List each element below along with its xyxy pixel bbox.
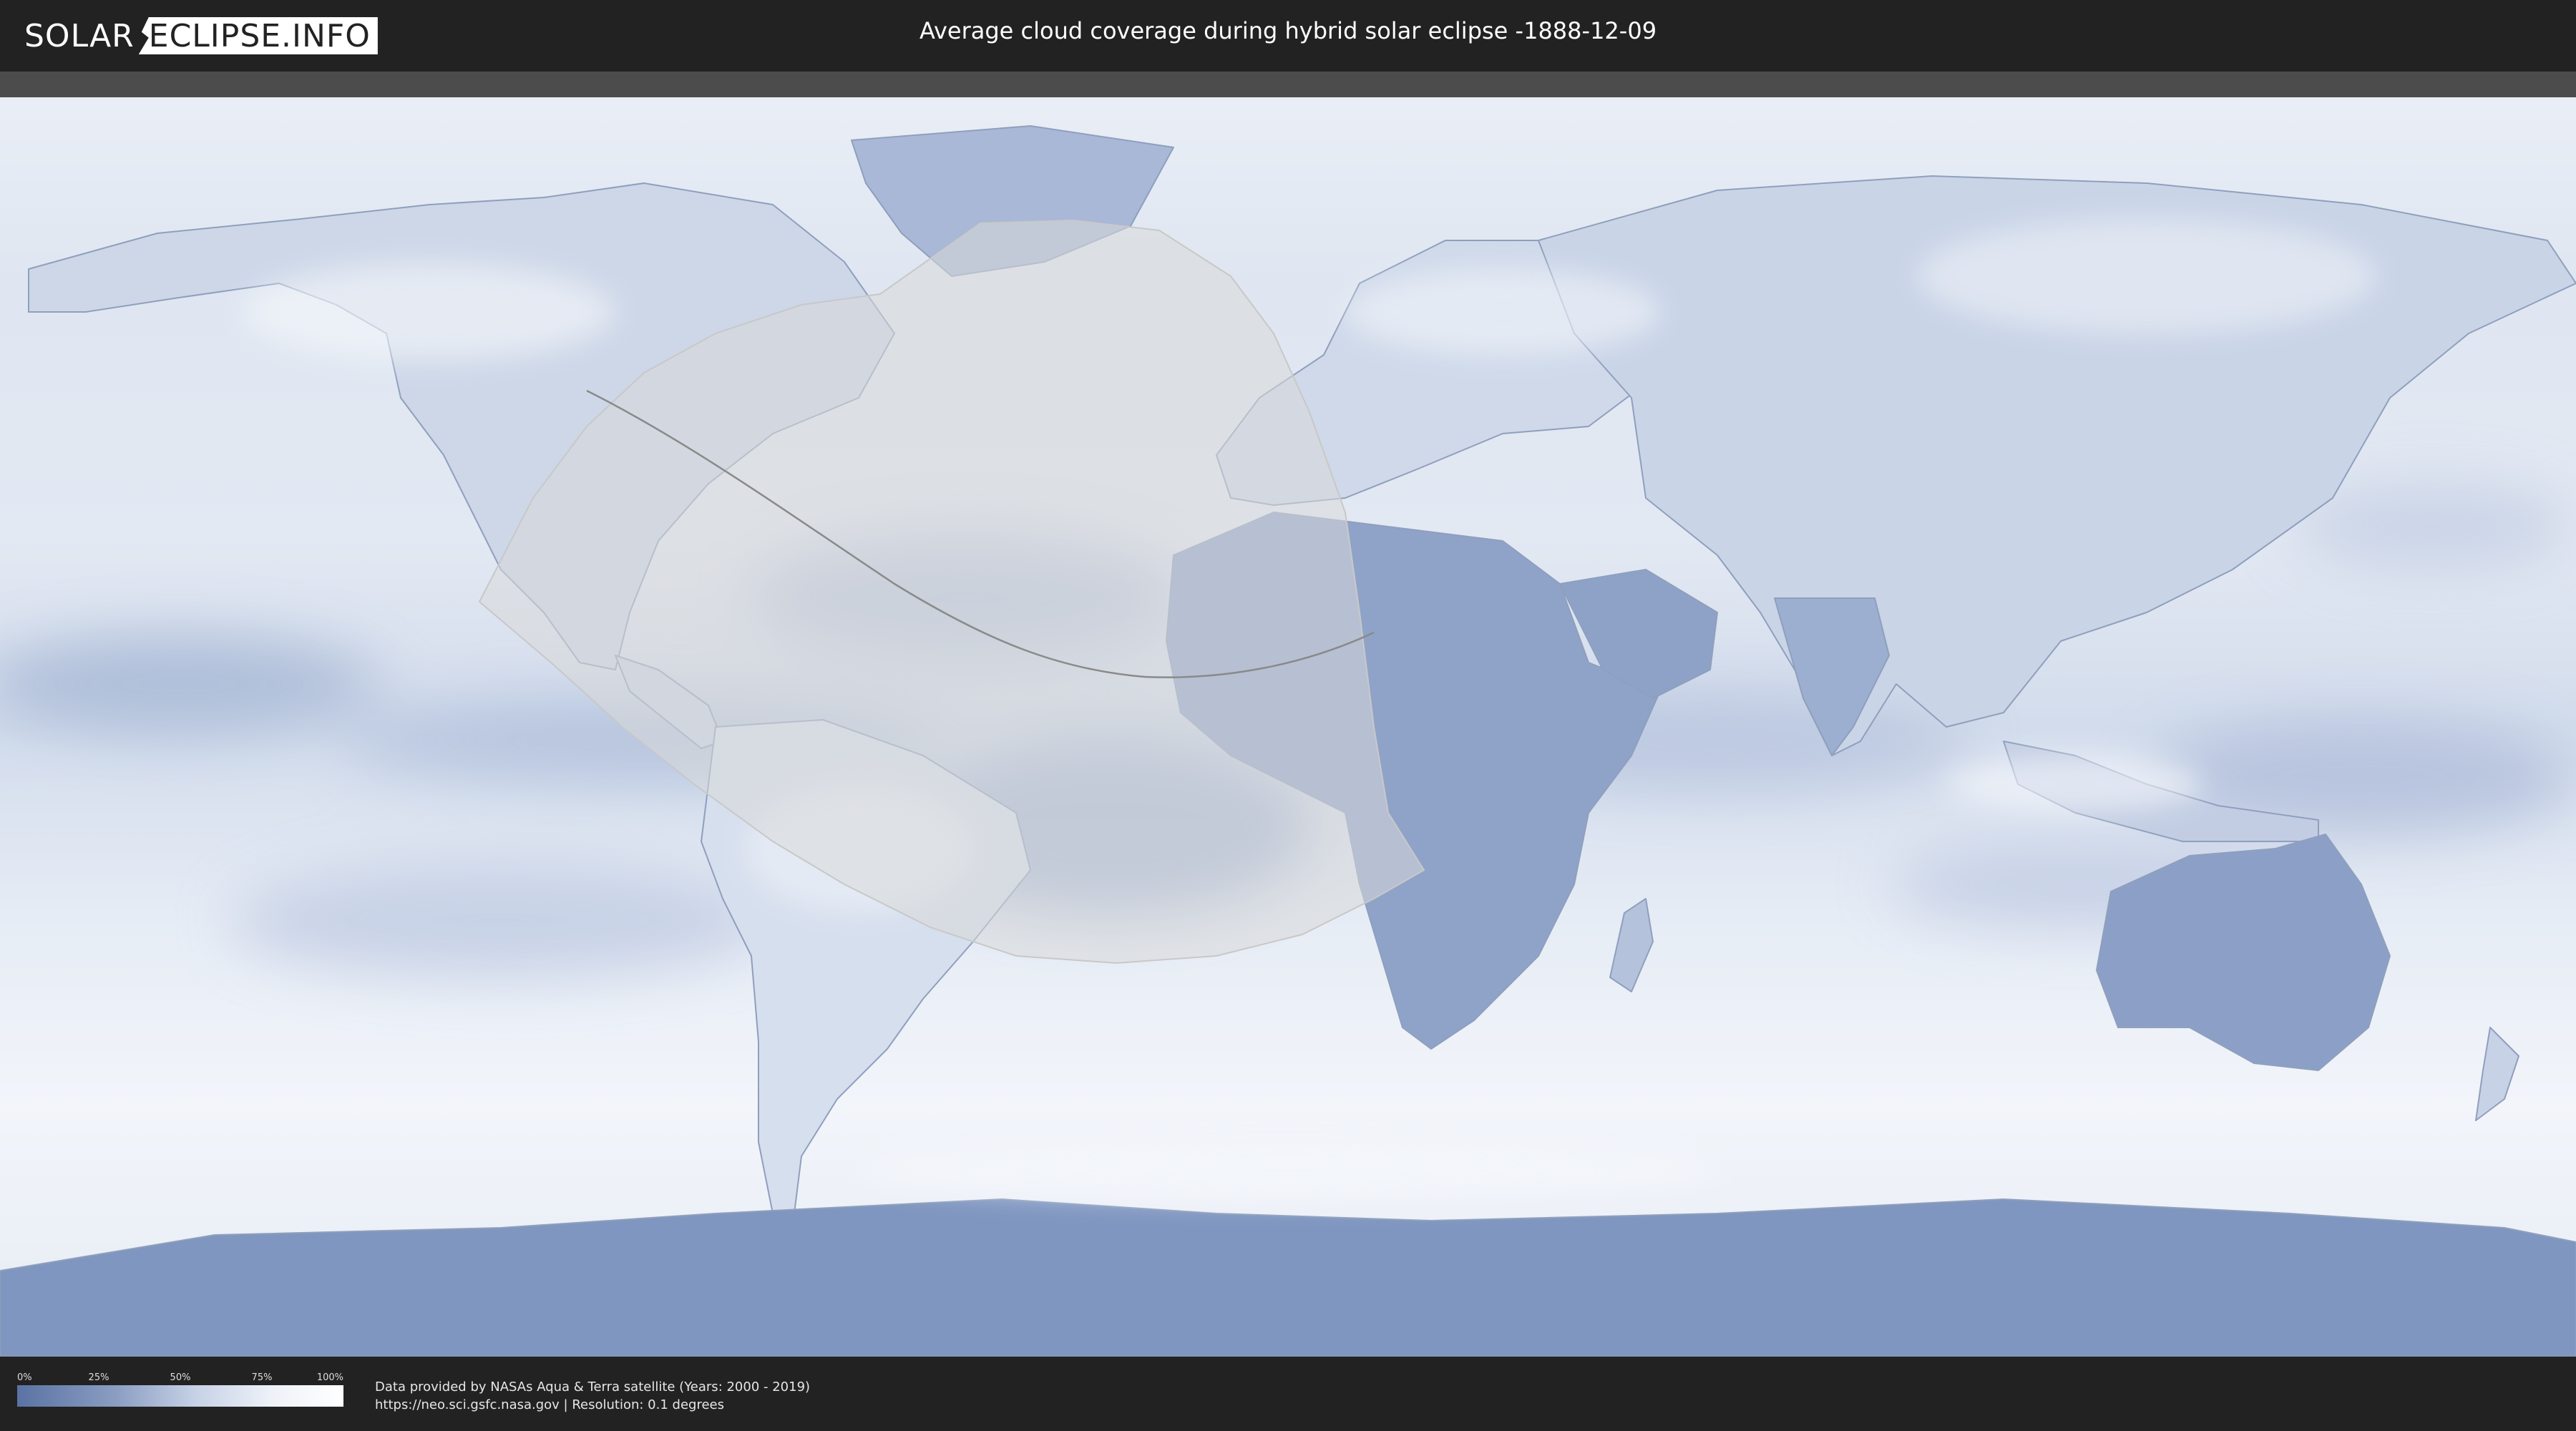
- header: SOLAR ECLIPSE.INFO Average cloud coverag…: [0, 0, 2576, 72]
- credits-line-1: Data provided by NASAs Aqua & Terra sate…: [375, 1379, 811, 1395]
- legend-ticks: 0% 25% 50% 75% 100%: [17, 1372, 343, 1385]
- map-top-strip: [0, 72, 2576, 97]
- footer: 0% 25% 50% 75% 100% Data provided by NAS…: [0, 1357, 2576, 1431]
- cloud-coverage-map: [0, 97, 2576, 1357]
- data-credits: Data provided by NASAs Aqua & Terra sate…: [375, 1378, 810, 1414]
- page-title: Average cloud coverage during hybrid sol…: [919, 17, 1657, 44]
- legend-tick-75: 75%: [251, 1372, 273, 1383]
- legend-tick-25: 25%: [88, 1372, 109, 1383]
- world-map-svg: [0, 97, 2576, 1357]
- cloud-coverage-legend: 0% 25% 50% 75% 100%: [17, 1372, 343, 1407]
- legend-color-bar: [17, 1385, 343, 1407]
- credits-line-2: https://neo.sci.gsfc.nasa.gov | Resoluti…: [375, 1397, 724, 1412]
- legend-tick-0: 0%: [17, 1372, 32, 1383]
- legend-tick-100: 100%: [316, 1372, 343, 1383]
- legend-tick-50: 50%: [170, 1372, 191, 1383]
